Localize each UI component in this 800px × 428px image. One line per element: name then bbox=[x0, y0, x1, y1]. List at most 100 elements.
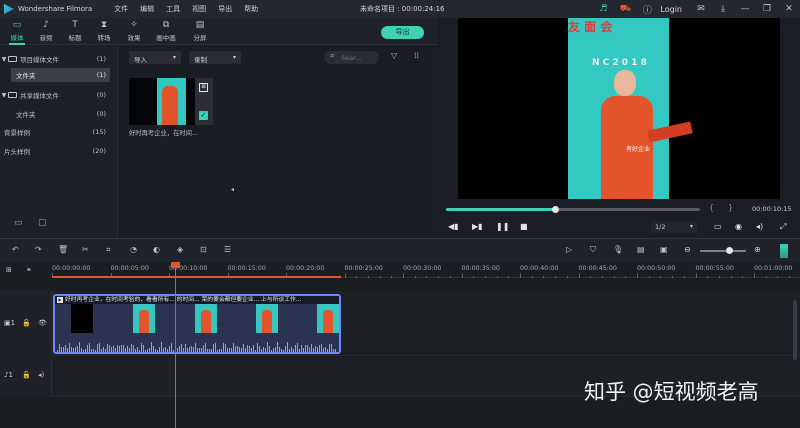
menu-export[interactable]: 导出 bbox=[218, 4, 232, 14]
mark-out-icon[interactable]: } bbox=[728, 203, 733, 212]
adjust-icon[interactable]: ☰ bbox=[224, 245, 231, 254]
filter-icon[interactable]: ▽ bbox=[391, 51, 397, 60]
menu-view[interactable]: 视图 bbox=[192, 4, 206, 14]
zoom-out-icon[interactable]: ⊖ bbox=[684, 245, 691, 254]
playhead[interactable] bbox=[175, 262, 176, 428]
media-sidebar: ▼ 项目媒体文件 (1) 文件夹 (1) ▼ 共享媒体文件 (0) 文件夹 (0… bbox=[0, 46, 118, 237]
speaker-icon[interactable]: ◂) bbox=[38, 371, 44, 379]
timeline-scrollbar[interactable] bbox=[793, 300, 797, 360]
media-thumbnail[interactable]: ⊠ ✓ bbox=[129, 78, 213, 125]
headset-icon[interactable]: ♬ bbox=[592, 0, 614, 18]
preview-video[interactable]: 友 面 会 N C 2 0 1 8 有好企业 bbox=[458, 18, 780, 199]
message-icon[interactable]: ✉ bbox=[690, 0, 712, 18]
tab-split-screen[interactable]: ▤ 分屏 bbox=[186, 20, 214, 42]
caret-down-icon[interactable]: ▼ bbox=[0, 92, 8, 99]
color-icon[interactable]: ◐ bbox=[153, 245, 160, 254]
link-folder-icon[interactable]: ▢ bbox=[38, 218, 47, 228]
cart-icon[interactable]: ⛟ bbox=[614, 0, 636, 18]
keyframe-icon[interactable]: ◈ bbox=[177, 245, 183, 254]
panel-resize-handle[interactable]: ◂ bbox=[231, 186, 234, 193]
import-dropdown[interactable]: 导入 ▾ bbox=[129, 51, 181, 64]
zoom-slider[interactable] bbox=[700, 250, 746, 252]
voiceover-icon[interactable]: ▣ bbox=[660, 245, 668, 254]
record-dropdown[interactable]: 录制 ▾ bbox=[189, 51, 241, 64]
waveform-bar bbox=[101, 349, 102, 352]
progress-knob[interactable] bbox=[552, 206, 560, 213]
zoom-slider-knob[interactable] bbox=[726, 247, 733, 254]
restore-icon[interactable]: ❐ bbox=[756, 0, 778, 18]
waveform-bar bbox=[65, 345, 66, 352]
waveform-bar bbox=[63, 347, 64, 352]
delete-icon[interactable]: 🗑 bbox=[58, 245, 68, 254]
link-icon[interactable]: ⚭ bbox=[26, 266, 32, 274]
add-track-icon[interactable]: ⊞ bbox=[6, 266, 12, 274]
tab-media[interactable]: ▭ 媒体 bbox=[3, 20, 31, 45]
info-icon[interactable]: ⓘ bbox=[636, 0, 658, 18]
shield-icon[interactable]: ⛉ bbox=[590, 245, 596, 255]
sidebar-item-intros[interactable]: 片头样例 (20) bbox=[0, 144, 118, 158]
microphone-icon[interactable]: 🎙 bbox=[613, 245, 623, 254]
sidebar-item-folder[interactable]: 文件夹 (1) bbox=[11, 68, 110, 82]
menu-help[interactable]: 帮助 bbox=[244, 4, 258, 14]
sidebar-item-backgrounds[interactable]: 背景样例 (15) bbox=[0, 125, 118, 139]
quality-select[interactable]: 1/2 ▾ bbox=[651, 221, 697, 233]
sidebar-item-project-media[interactable]: ▼ 项目媒体文件 (1) bbox=[0, 52, 118, 66]
new-folder-icon[interactable]: ▭ bbox=[14, 218, 23, 228]
tab-transitions[interactable]: ⧗ 转场 bbox=[90, 20, 118, 42]
download-icon[interactable]: ⤓ bbox=[712, 0, 734, 18]
watermark: 知乎 @短视频老高 bbox=[584, 380, 759, 404]
video-clip[interactable]: 好时再考企业，在时间考验的，看看所有... 的时间... 荣的要会都但要企业..… bbox=[53, 294, 341, 354]
close-icon[interactable]: ✕ bbox=[778, 0, 800, 18]
waveform-bar bbox=[69, 342, 70, 352]
tab-titles[interactable]: T 标题 bbox=[61, 20, 89, 42]
ruler-tick-mark bbox=[484, 276, 486, 278]
waveform-bar bbox=[73, 348, 74, 352]
redo-icon[interactable]: ↷ bbox=[35, 245, 42, 254]
snapshot-icon[interactable]: ◉ bbox=[735, 222, 742, 231]
grid-view-icon[interactable]: ⁞⁞ bbox=[414, 51, 419, 60]
preview-progress-bar[interactable] bbox=[446, 206, 700, 213]
export-button[interactable]: 导出 bbox=[381, 26, 424, 39]
speed-icon[interactable]: ◔ bbox=[130, 245, 137, 254]
tab-pip[interactable]: ⧉ 画中画 bbox=[152, 20, 180, 42]
ruler-tick-mark bbox=[414, 276, 416, 278]
minimize-icon[interactable]: — bbox=[734, 0, 756, 18]
zoom-in-icon[interactable]: ⊕ bbox=[754, 245, 761, 254]
caret-down-icon[interactable]: ▼ bbox=[0, 56, 8, 63]
ruler-tick-mark bbox=[438, 276, 440, 278]
lock-icon[interactable]: 🔓 bbox=[22, 371, 31, 379]
pause-icon[interactable]: ❚❚ bbox=[496, 222, 509, 231]
check-icon: ✓ bbox=[199, 111, 208, 120]
cut-icon[interactable]: ✂ bbox=[82, 245, 89, 254]
crop-icon[interactable]: ⌗ bbox=[106, 245, 111, 255]
display-icon[interactable]: ▭ bbox=[714, 222, 722, 231]
play-frame-icon[interactable]: ▶▮ bbox=[472, 222, 483, 231]
render-icon[interactable]: ▷ bbox=[566, 245, 572, 254]
menu-tools[interactable]: 工具 bbox=[166, 4, 180, 14]
tab-audio[interactable]: ♪ 音频 bbox=[32, 20, 60, 42]
audio-mixer-icon[interactable]: ▤ bbox=[637, 245, 645, 254]
playhead-handle[interactable] bbox=[171, 262, 180, 268]
work-range-bar[interactable] bbox=[52, 276, 341, 278]
login-button[interactable]: Login bbox=[660, 5, 682, 14]
volume-icon[interactable]: ◂) bbox=[756, 222, 763, 231]
sidebar-item-shared-media[interactable]: ▼ 共享媒体文件 (0) bbox=[0, 88, 118, 102]
fullscreen-icon[interactable]: ⤢ bbox=[780, 222, 786, 232]
step-back-icon[interactable]: ◀▮ bbox=[448, 222, 459, 231]
sidebar-item-shared-folder[interactable]: 文件夹 (0) bbox=[0, 107, 118, 121]
waveform-bar bbox=[59, 343, 60, 352]
mark-in-icon[interactable]: { bbox=[709, 203, 714, 212]
stop-icon[interactable]: ■ bbox=[520, 222, 528, 231]
ruler-tick-mark bbox=[566, 276, 568, 278]
waveform-bar bbox=[181, 344, 182, 352]
lock-icon[interactable]: 🔓 bbox=[22, 319, 31, 327]
eye-icon[interactable]: 👁 bbox=[38, 319, 47, 327]
ruler-tick-label: 00:00:35:00 bbox=[461, 265, 500, 272]
motion-track-icon[interactable]: ⊡ bbox=[200, 245, 207, 254]
menu-edit[interactable]: 编辑 bbox=[140, 4, 154, 14]
menu-file[interactable]: 文件 bbox=[114, 4, 128, 14]
tab-effects[interactable]: ✧ 效果 bbox=[120, 20, 148, 42]
thumbnail-figure bbox=[162, 86, 178, 125]
ruler-tick-mark bbox=[461, 273, 463, 278]
undo-icon[interactable]: ↶ bbox=[12, 245, 19, 254]
